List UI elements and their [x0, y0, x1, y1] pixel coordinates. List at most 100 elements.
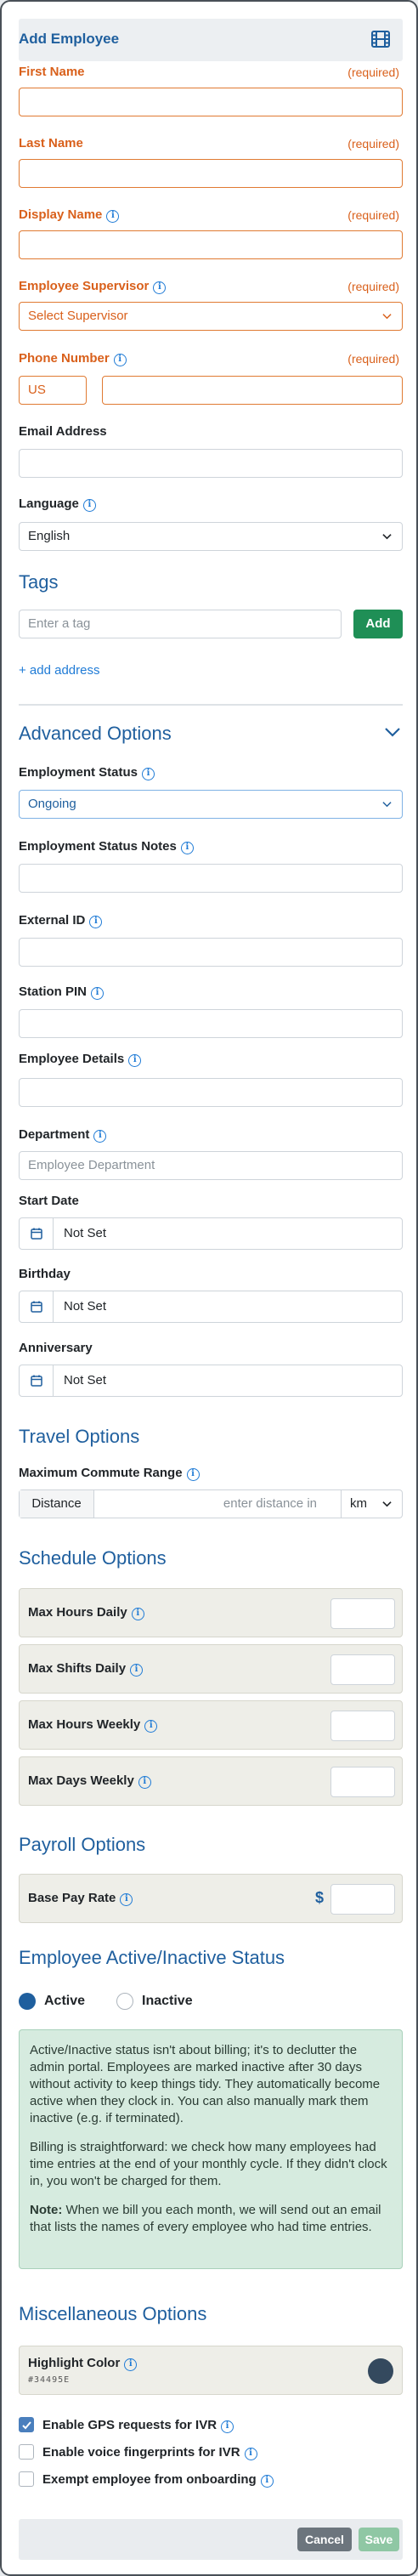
info-icon[interactable]: i — [144, 1720, 158, 1733]
unit-select[interactable]: km — [341, 1490, 402, 1518]
supervisor-select-value: Select Supervisor — [28, 309, 128, 323]
calendar-icon-cell — [20, 1291, 54, 1322]
chevron-down-icon — [382, 534, 392, 540]
info-icon[interactable]: i — [93, 1130, 107, 1143]
save-button[interactable]: Save — [359, 2528, 399, 2551]
email-input[interactable] — [19, 449, 403, 478]
birthday-picker[interactable]: Not Set — [19, 1291, 403, 1323]
station-pin-input[interactable] — [19, 1009, 403, 1038]
department-input[interactable]: Employee Department — [19, 1151, 403, 1180]
add-tag-button[interactable]: Add — [353, 610, 403, 638]
phone-label: Phone Number i — [19, 351, 127, 366]
phone-country-input[interactable]: US — [19, 376, 87, 405]
birthday-value: Not Set — [64, 1299, 107, 1314]
note-paragraph: Note: When we bill you each month, we wi… — [30, 2203, 381, 2234]
phone-required: (required) — [347, 352, 399, 366]
highlight-color-row: Highlight Color i #34495E — [19, 2346, 403, 2395]
color-swatch[interactable] — [368, 2358, 393, 2384]
anniversary-picker[interactable]: Not Set — [19, 1365, 403, 1397]
last-name-required: (required) — [347, 137, 399, 150]
last-name-input[interactable] — [19, 159, 403, 188]
info-icon[interactable]: i — [221, 2420, 234, 2433]
schedule-row-label: Max Days Weekly i — [28, 1773, 151, 1789]
status-info-note: Active/Inactive status isn't about billi… — [19, 2029, 403, 2269]
status-notes-input[interactable] — [19, 864, 403, 893]
chevron-down-icon — [382, 802, 392, 808]
status-title: Employee Active/Inactive Status — [19, 1947, 285, 1968]
info-icon[interactable]: i — [131, 1608, 144, 1620]
department-placeholder: Employee Department — [28, 1158, 155, 1172]
first-name-required: (required) — [347, 65, 399, 79]
info-icon[interactable]: i — [91, 987, 104, 1000]
schedule-row-label: Max Hours Weekly i — [28, 1717, 158, 1733]
exempt-onboarding-checkbox[interactable] — [19, 2471, 34, 2487]
misc-options-title: Miscellaneous Options — [19, 2303, 207, 2324]
base-pay-label: Base Pay Rate i — [28, 1891, 133, 1906]
language-label: Language i — [19, 496, 96, 512]
gps-ivr-checkbox[interactable] — [19, 2417, 34, 2432]
max-hours-weekly-input[interactable] — [330, 1711, 395, 1741]
highlight-color-label: Highlight Color i — [28, 2356, 138, 2371]
info-icon[interactable]: i — [113, 354, 127, 366]
first-name-input[interactable] — [19, 88, 403, 116]
add-address-link[interactable]: + add address — [19, 663, 100, 678]
max-hours-daily-input[interactable] — [330, 1598, 395, 1629]
voice-fingerprints-checkbox[interactable] — [19, 2444, 34, 2460]
max-shifts-daily-input[interactable] — [330, 1654, 395, 1685]
advanced-options-title: Advanced Options — [19, 723, 172, 744]
schedule-row-label: Max Hours Daily i — [28, 1605, 144, 1620]
info-icon[interactable]: i — [120, 1893, 133, 1906]
distance-addon: Distance — [20, 1490, 94, 1518]
department-label: Department i — [19, 1127, 107, 1143]
supervisor-required: (required) — [347, 280, 399, 293]
active-radio[interactable] — [19, 1993, 36, 2010]
language-select[interactable]: English — [19, 522, 403, 551]
inactive-radio[interactable] — [116, 1993, 133, 2010]
calendar-icon[interactable] — [30, 1374, 43, 1387]
external-id-label: External ID i — [19, 913, 103, 928]
status-notes-label: Employment Status Notes i — [19, 839, 194, 854]
tag-input-placeholder: Enter a tag — [28, 616, 91, 631]
info-icon[interactable]: i — [106, 210, 120, 223]
base-pay-input[interactable] — [330, 1884, 395, 1915]
unit-select-value: km — [350, 1496, 367, 1511]
info-icon[interactable]: i — [180, 842, 194, 854]
chevron-down-icon[interactable] — [384, 726, 401, 738]
anniversary-label: Anniversary — [19, 1341, 93, 1355]
calendar-icon[interactable] — [30, 1300, 43, 1314]
voice-fingerprints-label: Enable voice fingerprints for IVR i — [42, 2445, 257, 2460]
note-paragraph: Active/Inactive status isn't about billi… — [30, 2043, 381, 2125]
phone-number-input[interactable] — [102, 376, 403, 405]
max-days-weekly-input[interactable] — [330, 1767, 395, 1797]
schedule-row: Max Shifts Daily i — [19, 1644, 403, 1694]
info-icon[interactable]: i — [124, 2358, 138, 2371]
info-icon[interactable]: i — [128, 1054, 142, 1067]
calendar-icon[interactable] — [30, 1227, 43, 1240]
info-icon[interactable]: i — [82, 499, 96, 512]
info-icon[interactable]: i — [260, 2475, 274, 2488]
info-icon[interactable]: i — [244, 2448, 257, 2460]
last-name-label: Last Name — [19, 136, 83, 150]
supervisor-label: Employee Supervisor i — [19, 279, 167, 294]
cancel-button[interactable]: Cancel — [297, 2528, 352, 2551]
chevron-down-icon — [382, 1501, 392, 1507]
film-icon[interactable] — [370, 29, 391, 49]
divider — [19, 704, 403, 706]
info-icon[interactable]: i — [89, 916, 103, 928]
info-icon[interactable]: i — [130, 1664, 144, 1677]
info-icon[interactable]: i — [186, 1468, 200, 1481]
start-date-picker[interactable]: Not Set — [19, 1217, 403, 1250]
info-icon[interactable]: i — [138, 1776, 151, 1789]
calendar-icon-cell — [20, 1365, 54, 1396]
supervisor-select[interactable]: Select Supervisor — [19, 302, 403, 331]
employee-details-input[interactable] — [19, 1078, 403, 1107]
distance-input[interactable]: enter distance in — [94, 1490, 322, 1518]
info-icon[interactable]: i — [153, 281, 167, 294]
tag-input[interactable]: Enter a tag — [19, 610, 342, 638]
display-name-input[interactable] — [19, 230, 403, 259]
employment-status-select[interactable]: Ongoing — [19, 790, 403, 819]
external-id-input[interactable] — [19, 938, 403, 967]
active-label: Active — [44, 1994, 86, 2008]
base-pay-row: Base Pay Rate i $ — [19, 1874, 403, 1923]
info-icon[interactable]: i — [142, 768, 155, 780]
